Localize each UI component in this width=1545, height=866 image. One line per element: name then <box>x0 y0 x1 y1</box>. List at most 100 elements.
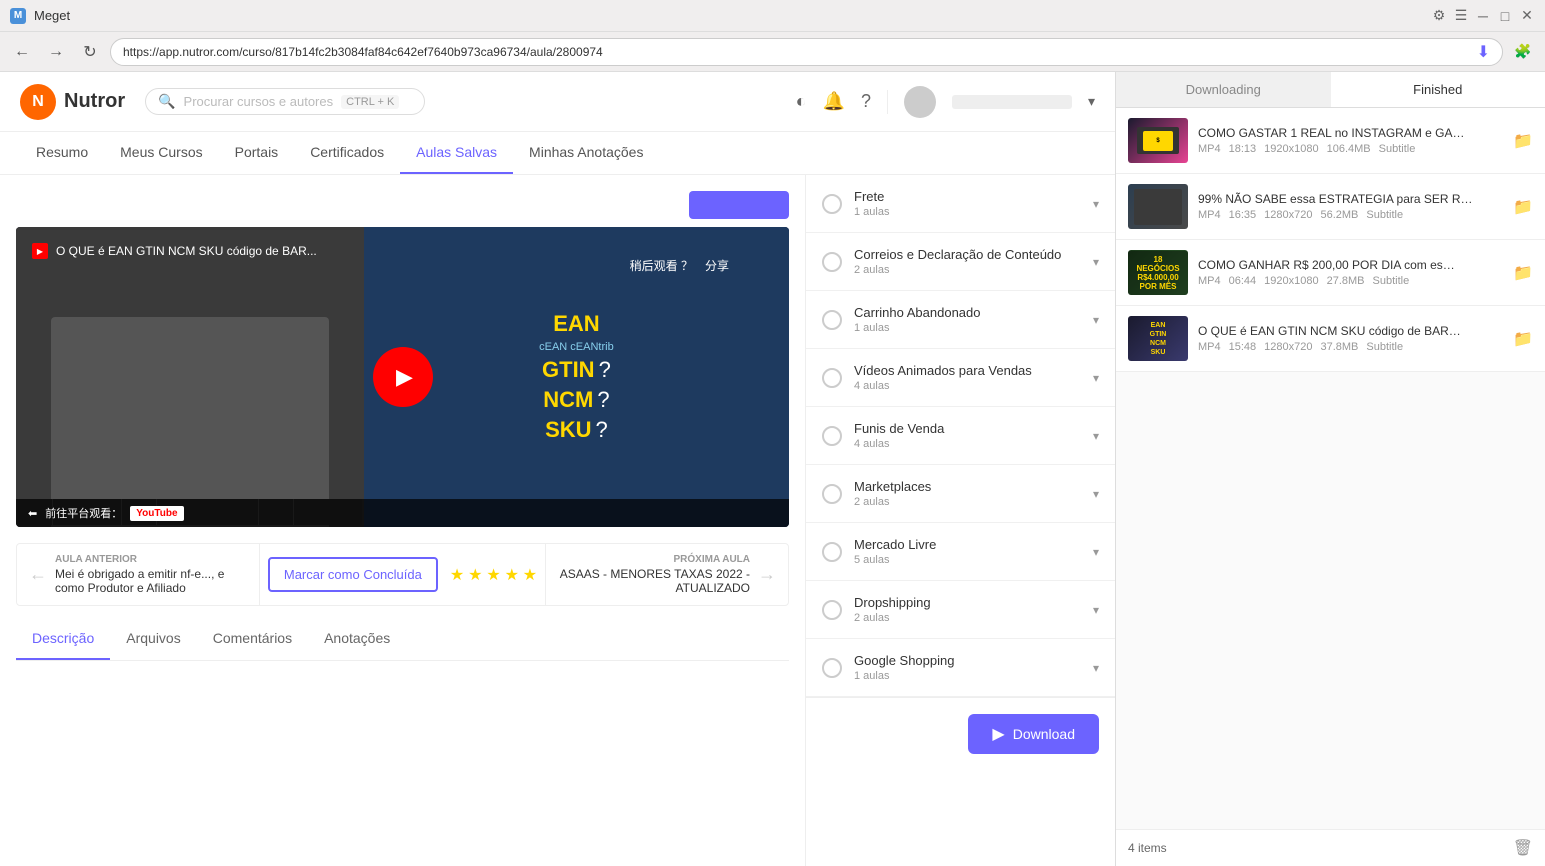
minimize-btn[interactable]: ─ <box>1475 8 1491 24</box>
prev-section[interactable]: ← AULA ANTERIOR Mei é obrigado a emitir … <box>17 544 259 605</box>
section-title-google-shopping: Google Shopping <box>854 653 1081 668</box>
section-title-videos: Vídeos Animados para Vendas <box>854 363 1081 378</box>
section-info-carrinho: Carrinho Abandonado 1 aulas <box>854 305 1081 334</box>
url-text: https://app.nutror.com/curso/817b14fc2b3… <box>123 45 1469 59</box>
address-bar[interactable]: https://app.nutror.com/curso/817b14fc2b3… <box>110 38 1503 66</box>
video-left-panel <box>16 227 364 527</box>
section-check-correios[interactable] <box>822 252 842 272</box>
video-q2: ? <box>597 387 609 413</box>
video-cean-text: cEAN cEANtrib <box>539 341 614 353</box>
item-folder-icon-4[interactable]: 📁 <box>1513 329 1533 349</box>
delete-all-icon[interactable]: 🗑 <box>1513 838 1533 858</box>
nav-portais[interactable]: Portais <box>219 132 295 174</box>
video-sku-text: SKU <box>545 417 591 443</box>
settings-btn[interactable]: ⚙ <box>1431 8 1447 24</box>
contrast-icon[interactable]: ◐ <box>796 91 807 112</box>
back-btn[interactable]: ← <box>8 38 36 66</box>
next-arrow-icon: → <box>758 564 776 585</box>
section-carrinho: Carrinho Abandonado 1 aulas ▾ <box>806 291 1115 349</box>
section-info-mercado-livre: Mercado Livre 5 aulas <box>854 537 1081 566</box>
help-icon[interactable]: ? <box>861 91 871 112</box>
section-header-marketplaces[interactable]: Marketplaces 2 aulas ▾ <box>806 465 1115 522</box>
extensions-btn[interactable]: 🧩 <box>1509 38 1537 66</box>
prev-label: AULA ANTERIOR <box>55 554 247 565</box>
user-dropdown-icon[interactable]: ▾ <box>1088 93 1095 110</box>
mark-complete-button[interactable]: Marcar como Concluída <box>268 557 438 592</box>
section-funis: Funis de Venda 4 aulas ▾ <box>806 407 1115 465</box>
tab-descricao[interactable]: Descrição <box>16 618 110 660</box>
item-size-3: 27.8MB <box>1327 275 1365 287</box>
chevron-correios: ▾ <box>1093 255 1099 269</box>
nav-resumo[interactable]: Resumo <box>20 132 104 174</box>
item-meta-4: MP4 15:48 1280x720 37.8MB Subtitle <box>1198 341 1503 353</box>
download-page-icon[interactable]: ⬇ <box>1477 42 1490 62</box>
section-header-google-shopping[interactable]: Google Shopping 1 aulas ▾ <box>806 639 1115 696</box>
section-check-funis[interactable] <box>822 426 842 446</box>
video-q1: ? <box>599 357 611 383</box>
close-btn[interactable]: ✕ <box>1519 8 1535 24</box>
section-count-marketplaces: 2 aulas <box>854 496 1081 508</box>
item-title-2: 99% NÃO SABE essa ESTRATEGIA para SER R… <box>1198 192 1503 206</box>
star-3[interactable]: ★ <box>486 567 500 584</box>
video-player[interactable]: EAN cEAN cEANtrib GTIN ? NCM ? <box>16 227 789 527</box>
section-header-frete[interactable]: Frete 1 aulas ▾ <box>806 175 1115 232</box>
search-input[interactable]: Procurar cursos e autores <box>184 94 334 109</box>
section-header-funis[interactable]: Funis de Venda 4 aulas ▾ <box>806 407 1115 464</box>
star-2[interactable]: ★ <box>468 567 482 584</box>
play-button[interactable]: ▶ <box>373 347 433 407</box>
section-header-correios[interactable]: Correios e Declaração de Conteúdo 2 aula… <box>806 233 1115 290</box>
maximize-btn[interactable]: □ <box>1497 8 1513 24</box>
bell-icon[interactable]: 🔔 <box>823 91 845 112</box>
nav-minhas-anotacoes[interactable]: Minhas Anotações <box>513 132 659 174</box>
refresh-btn[interactable]: ↻ <box>76 38 104 66</box>
section-header-dropshipping[interactable]: Dropshipping 2 aulas ▾ <box>806 581 1115 638</box>
section-header-videos[interactable]: Vídeos Animados para Vendas 4 aulas ▾ <box>806 349 1115 406</box>
nav-certificados[interactable]: Certificados <box>294 132 400 174</box>
section-header-carrinho[interactable]: Carrinho Abandonado 1 aulas ▾ <box>806 291 1115 348</box>
video-ean-text: EAN <box>553 311 599 337</box>
star-1[interactable]: ★ <box>450 567 464 584</box>
user-avatar[interactable] <box>904 86 936 118</box>
browser-chrome: ← → ↻ https://app.nutror.com/curso/817b1… <box>0 32 1545 72</box>
item-folder-icon-2[interactable]: 📁 <box>1513 197 1533 217</box>
item-info-1: COMO GASTAR 1 REAL no INSTAGRAM e GA… MP… <box>1198 126 1503 155</box>
star-5[interactable]: ★ <box>523 567 537 584</box>
section-check-mercado-livre[interactable] <box>822 542 842 562</box>
section-info-videos: Vídeos Animados para Vendas 4 aulas <box>854 363 1081 392</box>
section-check-google-shopping[interactable] <box>822 658 842 678</box>
tab-finished[interactable]: Finished <box>1331 72 1545 107</box>
next-info: PRÓXIMA AULA ASAAS - MENORES TAXAS 2022 … <box>558 554 750 595</box>
section-check-videos[interactable] <box>822 368 842 388</box>
download-item-3: 18 NEGÓCIOS R$4.000,00 POR MÊS COMO GANH… <box>1116 240 1545 306</box>
main-layout: N Nutror 🔍 Procurar cursos e autores CTR… <box>0 72 1545 866</box>
item-title-3: COMO GANHAR R$ 200,00 POR DIA com es… <box>1198 258 1503 272</box>
forward-btn[interactable]: → <box>42 38 70 66</box>
section-check-frete[interactable] <box>822 194 842 214</box>
search-bar[interactable]: 🔍 Procurar cursos e autores CTRL + K <box>145 88 425 115</box>
next-section[interactable]: PRÓXIMA AULA ASAAS - MENORES TAXAS 2022 … <box>546 544 788 605</box>
star-4[interactable]: ★ <box>505 567 519 584</box>
nav-aulas-salvas[interactable]: Aulas Salvas <box>400 132 513 174</box>
section-check-dropshipping[interactable] <box>822 600 842 620</box>
section-check-carrinho[interactable] <box>822 310 842 330</box>
tab-downloading[interactable]: Downloading <box>1116 72 1331 107</box>
section-count-videos: 4 aulas <box>854 380 1081 392</box>
item-folder-icon-3[interactable]: 📁 <box>1513 263 1533 283</box>
section-title-marketplaces: Marketplaces <box>854 479 1081 494</box>
item-resolution-2: 1280x720 <box>1264 209 1312 221</box>
section-check-marketplaces[interactable] <box>822 484 842 504</box>
mark-complete-section: Marcar como Concluída ★ ★ ★ ★ ★ <box>260 544 545 605</box>
section-info-correios: Correios e Declaração de Conteúdo 2 aula… <box>854 247 1081 276</box>
menu-btn[interactable]: ☰ <box>1453 8 1469 24</box>
tab-arquivos[interactable]: Arquivos <box>110 618 196 660</box>
item-subtitle-3: Subtitle <box>1373 275 1410 287</box>
chevron-carrinho: ▾ <box>1093 313 1099 327</box>
nav-meus-cursos[interactable]: Meus Cursos <box>104 132 218 174</box>
chevron-google-shopping: ▾ <box>1093 661 1099 675</box>
download-button[interactable]: ▶ Download <box>968 714 1099 754</box>
tab-comentarios[interactable]: Comentários <box>197 618 308 660</box>
item-folder-icon-1[interactable]: 📁 <box>1513 131 1533 151</box>
tab-anotacoes[interactable]: Anotações <box>308 618 406 660</box>
section-header-mercado-livre[interactable]: Mercado Livre 5 aulas ▾ <box>806 523 1115 580</box>
items-count-text: 4 items <box>1128 841 1167 855</box>
